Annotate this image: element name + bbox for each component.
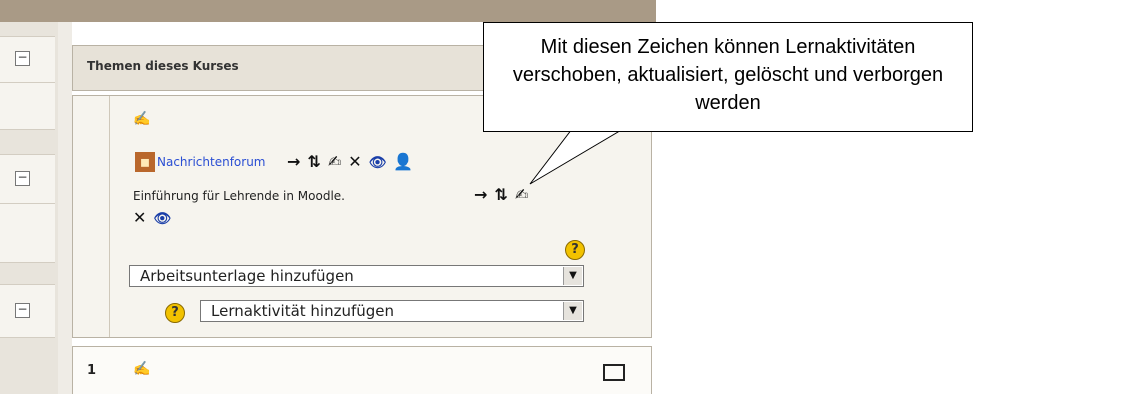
callout-text: Mit diesen Zeichen können Lernaktivitäte… (512, 36, 944, 114)
callout-box: Mit diesen Zeichen können Lernaktivitäte… (483, 22, 973, 132)
